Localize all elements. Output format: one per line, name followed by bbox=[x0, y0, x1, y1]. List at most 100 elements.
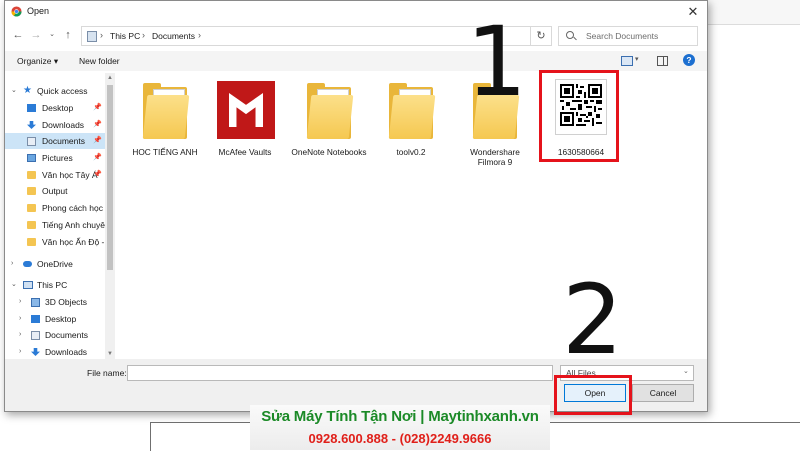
chrome-icon bbox=[11, 6, 22, 17]
watermark-banner: Sửa Máy Tính Tận Nơi | Maytinhxanh.vn 09… bbox=[250, 405, 550, 450]
3d-objects-icon bbox=[31, 298, 40, 307]
nav-pane-scrollbar[interactable]: ▲ ▼ bbox=[105, 73, 115, 359]
annotation-highlight-open bbox=[554, 375, 632, 415]
sidebar-item-label: Quick access bbox=[37, 86, 88, 96]
pc-icon bbox=[87, 31, 97, 42]
desktop-icon bbox=[27, 104, 36, 112]
sidebar-item-label: Desktop bbox=[42, 103, 74, 113]
file-item-hoc-tieng-anh[interactable]: HOC TIẾNG ANH bbox=[127, 75, 203, 171]
navigation-pane: ⌄ ★ Quick access Desktop 📌 Downloads 📌 D… bbox=[5, 73, 115, 359]
folder-icon-front bbox=[142, 95, 190, 139]
sidebar-item-tieng-anh-chuyen[interactable]: Tiếng Anh chuyê bbox=[5, 217, 105, 233]
scroll-up-icon[interactable]: ▲ bbox=[105, 73, 115, 83]
sidebar-item-onedrive[interactable]: › OneDrive bbox=[5, 256, 105, 272]
annotation-highlight-file bbox=[539, 70, 619, 162]
folder-icon-front bbox=[306, 95, 354, 139]
scroll-down-icon[interactable]: ▼ bbox=[105, 349, 115, 359]
recent-locations-chevron-icon[interactable]: ⌄ bbox=[45, 28, 59, 42]
download-icon bbox=[31, 348, 40, 356]
mcafee-shield-shape bbox=[229, 93, 263, 127]
view-dropdown-icon[interactable]: ▾ bbox=[635, 55, 639, 63]
breadcrumb-this-pc[interactable]: This PC bbox=[110, 31, 140, 41]
file-name-label: File name: bbox=[87, 368, 127, 378]
close-button[interactable]: ✕ bbox=[681, 2, 705, 22]
view-options-icon[interactable] bbox=[621, 56, 633, 66]
sidebar-item-phong-cach-hoc[interactable]: Phong cách học bbox=[5, 200, 105, 216]
documents-icon bbox=[27, 137, 36, 146]
sidebar-item-quick-access[interactable]: ⌄ ★ Quick access bbox=[5, 83, 105, 99]
annotation-step-1: 1 bbox=[466, 6, 528, 118]
sidebar-item-pc-documents[interactable]: › Documents bbox=[5, 327, 105, 343]
forward-arrow-icon[interactable]: → bbox=[29, 28, 43, 42]
file-label: HOC TIẾNG ANH bbox=[132, 147, 198, 157]
expand-chevron-icon[interactable]: › bbox=[11, 256, 13, 272]
folder-icon bbox=[27, 204, 36, 212]
expand-chevron-icon[interactable]: › bbox=[19, 344, 21, 359]
expand-chevron-icon[interactable]: › bbox=[19, 294, 21, 310]
organize-button[interactable]: Organize ▾ bbox=[17, 56, 58, 67]
sidebar-item-this-pc[interactable]: ⌄ This PC bbox=[5, 277, 105, 293]
sidebar-item-pc-desktop[interactable]: › Desktop bbox=[5, 311, 105, 327]
folder-icon-front bbox=[388, 95, 436, 139]
file-name-input[interactable] bbox=[127, 365, 553, 381]
expand-chevron-icon[interactable]: ⌄ bbox=[11, 83, 17, 99]
sidebar-item-label: 3D Objects bbox=[45, 297, 88, 307]
folder-icon bbox=[27, 238, 36, 246]
sidebar-item-pictures[interactable]: Pictures 📌 bbox=[5, 150, 105, 166]
file-label: OneNote Notebooks bbox=[291, 147, 367, 157]
sidebar-item-label: Pictures bbox=[42, 153, 73, 163]
up-arrow-icon[interactable]: ↑ bbox=[61, 28, 75, 42]
address-separator: › bbox=[198, 30, 201, 40]
sidebar-item-label: Phong cách học bbox=[42, 203, 103, 213]
search-input[interactable]: Search Documents bbox=[586, 31, 658, 41]
breadcrumb-documents[interactable]: Documents bbox=[152, 31, 195, 41]
banner-shop-name: Sửa Máy Tính Tận Nơi | Maytinhxanh.vn bbox=[261, 408, 539, 425]
sidebar-item-label: Tiếng Anh chuyê bbox=[42, 220, 105, 230]
pin-icon: 📌 bbox=[93, 104, 102, 111]
expand-chevron-icon[interactable]: › bbox=[19, 327, 21, 343]
address-separator: › bbox=[100, 30, 103, 40]
folder-icon bbox=[27, 221, 36, 229]
file-label: Wondershare Filmora 9 bbox=[470, 147, 520, 167]
sidebar-item-label: OneDrive bbox=[37, 259, 73, 269]
sidebar-item-downloads[interactable]: Downloads 📌 bbox=[5, 117, 105, 133]
file-item-onenote-notebooks[interactable]: OneNote Notebooks bbox=[291, 75, 367, 171]
sidebar-item-van-hoc-tay-a[interactable]: Văn học Tây Á 📌 bbox=[5, 167, 105, 183]
file-label: toolv0.2 bbox=[396, 147, 426, 157]
title-bar: Open ✕ bbox=[5, 1, 707, 23]
refresh-icon[interactable]: ↻ bbox=[531, 26, 552, 46]
banner-phone: 0928.600.888 - (028)2249.9666 bbox=[308, 431, 492, 446]
cancel-button[interactable]: Cancel bbox=[632, 384, 694, 402]
pin-icon: 📌 bbox=[93, 154, 102, 161]
expand-chevron-icon[interactable]: ⌄ bbox=[11, 277, 17, 293]
browser-toolbar-fragment bbox=[706, 0, 800, 25]
sidebar-item-pc-downloads[interactable]: › Downloads bbox=[5, 344, 105, 359]
file-label: McAfee Vaults bbox=[218, 147, 272, 157]
download-icon bbox=[27, 121, 36, 129]
back-arrow-icon[interactable]: ← bbox=[11, 28, 25, 42]
sidebar-item-documents[interactable]: Documents 📌 bbox=[5, 133, 105, 149]
sidebar-item-output[interactable]: Output bbox=[5, 183, 105, 199]
address-bar[interactable]: › This PC › Documents › ⌄ bbox=[81, 26, 598, 46]
file-item-mcafee-vaults[interactable]: McAfee Vaults bbox=[207, 75, 283, 171]
chevron-down-icon: ⌄ bbox=[683, 368, 689, 375]
annotation-step-2: 2 bbox=[562, 264, 624, 376]
sidebar-item-label: Desktop bbox=[45, 314, 77, 324]
sidebar-item-label: Output bbox=[42, 186, 68, 196]
sidebar-item-van-hoc-an-do[interactable]: Văn học Ấn Độ - bbox=[5, 234, 105, 250]
file-item-toolv0-2[interactable]: toolv0.2 bbox=[373, 75, 449, 171]
sidebar-item-desktop[interactable]: Desktop 📌 bbox=[5, 100, 105, 116]
sidebar-item-label: Văn học Tây Á bbox=[42, 170, 98, 180]
preview-pane-icon[interactable] bbox=[657, 56, 668, 66]
search-box[interactable]: Search Documents bbox=[558, 26, 698, 46]
sidebar-item-label: Documents bbox=[45, 330, 88, 340]
sidebar-item-3d-objects[interactable]: › 3D Objects bbox=[5, 294, 105, 310]
pc-icon bbox=[23, 281, 33, 289]
new-folder-button[interactable]: New folder bbox=[79, 56, 120, 66]
pin-icon: 📌 bbox=[93, 137, 102, 144]
scrollbar-thumb[interactable] bbox=[107, 85, 113, 270]
help-icon[interactable]: ? bbox=[683, 54, 695, 66]
cloud-icon bbox=[23, 261, 32, 267]
documents-icon bbox=[31, 331, 40, 340]
expand-chevron-icon[interactable]: › bbox=[19, 311, 21, 327]
